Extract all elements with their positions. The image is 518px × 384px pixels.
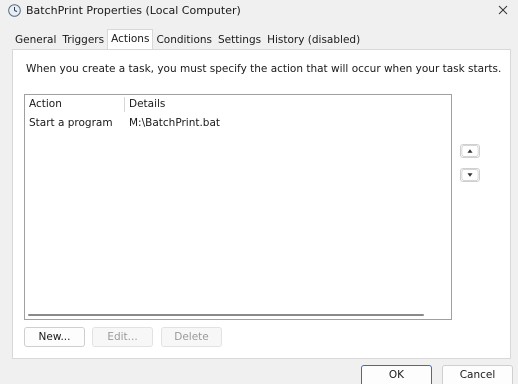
tab-general[interactable]: General [12,31,59,49]
tab-settings[interactable]: Settings [215,31,264,49]
task-properties-window: BatchPrint Properties (Local Computer) G… [0,0,518,384]
triangle-down-icon[interactable] [460,168,480,182]
edit-action-button[interactable]: Edit... [92,327,153,347]
actions-tab-panel: When you create a task, you must specify… [12,49,511,359]
row-action-cell: Start a program [29,117,113,129]
tab-strip: General Triggers Actions Conditions Sett… [12,29,363,50]
row-details-cell: M:\BatchPrint.bat [129,117,221,129]
horizontal-scrollbar[interactable] [28,314,424,316]
cancel-button[interactable]: Cancel [442,365,513,384]
tab-actions[interactable]: Actions [107,29,154,50]
close-icon[interactable] [492,0,514,22]
tab-history[interactable]: History (disabled) [264,31,363,49]
tab-triggers[interactable]: Triggers [59,31,107,49]
tab-conditions[interactable]: Conditions [153,31,215,49]
clock-icon [8,4,21,17]
column-header-details[interactable]: Details [125,95,445,113]
title-bar: BatchPrint Properties (Local Computer) [0,0,518,22]
column-header-action[interactable]: Action [25,95,124,113]
actions-list[interactable]: Action Details Start a program M:\BatchP… [24,94,452,320]
window-title: BatchPrint Properties (Local Computer) [26,4,241,17]
ok-button[interactable]: OK [361,365,432,384]
delete-action-button[interactable]: Delete [161,327,222,347]
triangle-up-icon[interactable] [460,144,480,158]
instruction-text: When you create a task, you must specify… [26,63,502,75]
new-action-button[interactable]: New... [24,327,85,347]
